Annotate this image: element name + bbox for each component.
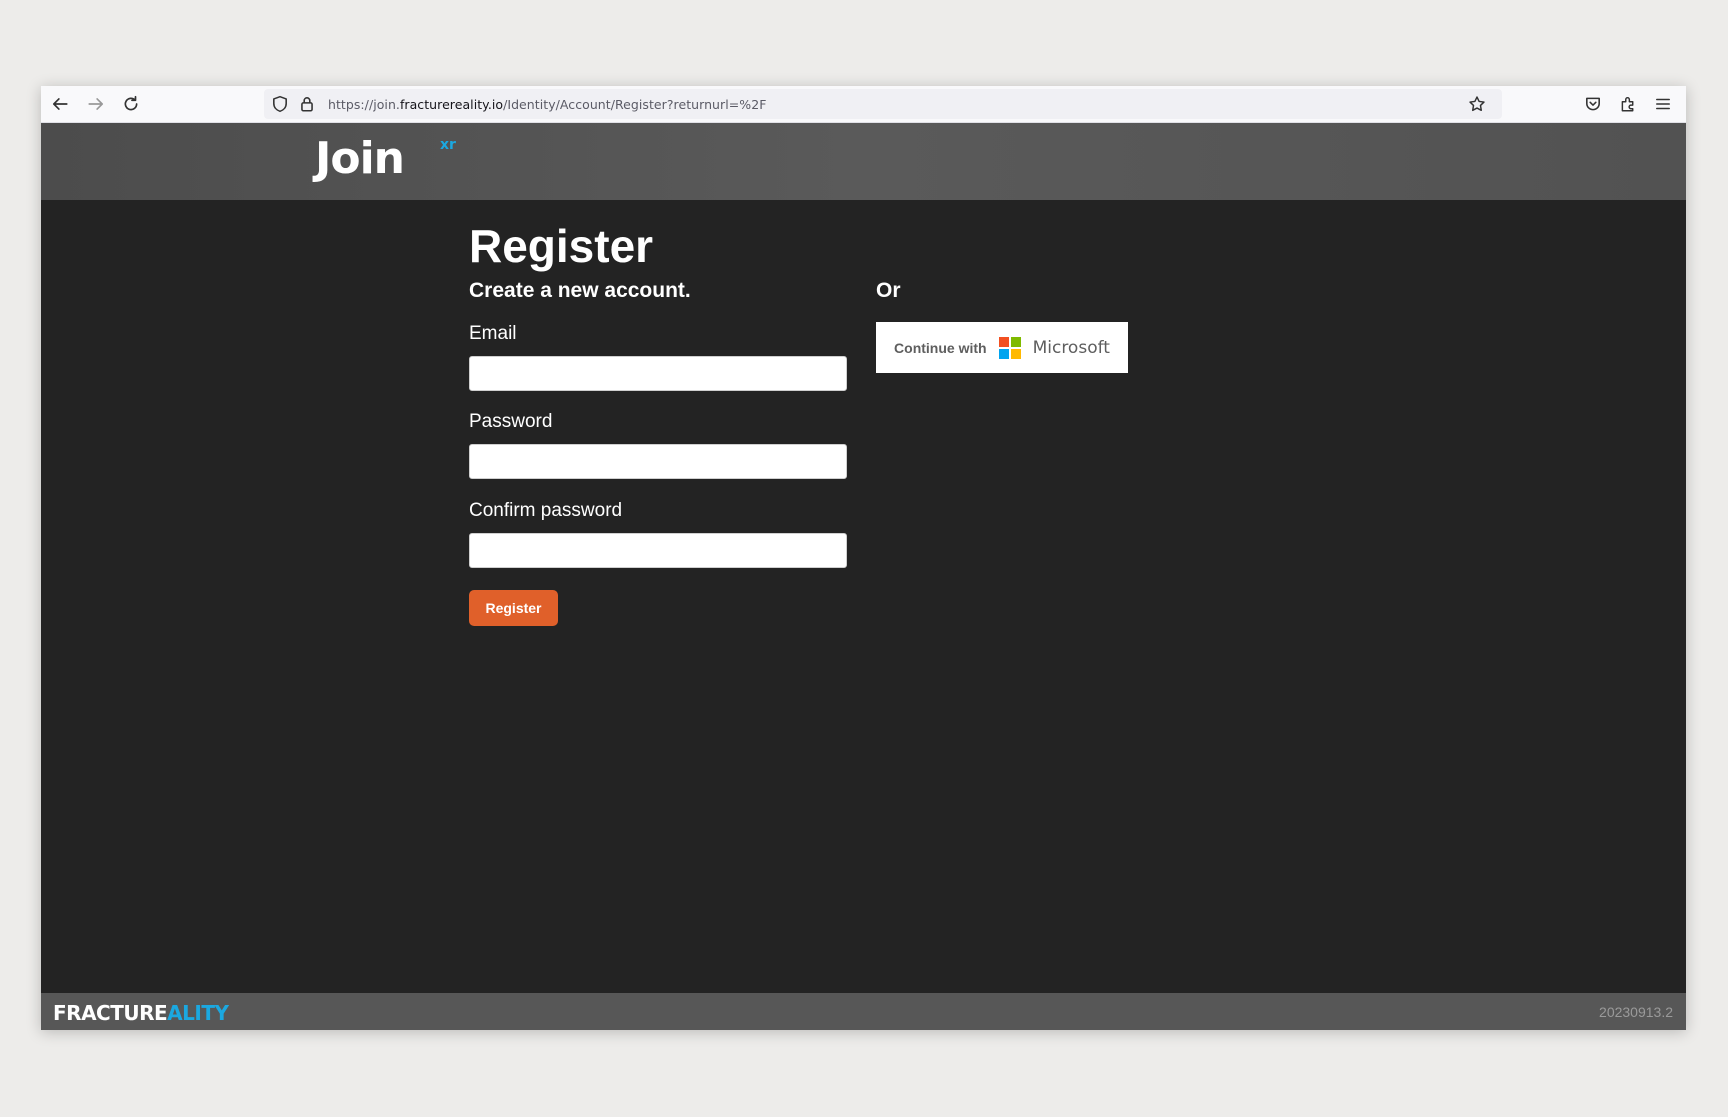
confirm-password-field[interactable] xyxy=(469,533,847,568)
pocket-icon[interactable] xyxy=(1583,94,1603,114)
reload-icon[interactable] xyxy=(121,94,141,114)
email-label: Email xyxy=(469,323,517,344)
brand-part-3: ALITY xyxy=(167,1001,229,1025)
microsoft-label: Microsoft xyxy=(1032,337,1110,358)
url-prefix: https://join. xyxy=(328,97,400,112)
version-label: 20230913.2 xyxy=(1599,1004,1673,1020)
brand-part-2: RE xyxy=(139,1001,168,1025)
password-label: Password xyxy=(469,411,553,432)
shield-icon[interactable] xyxy=(270,94,290,114)
page-title: Register xyxy=(469,220,654,272)
url-bar[interactable]: https://join.fracturereality.io/Identity… xyxy=(264,89,1502,119)
or-label: Or xyxy=(876,279,901,302)
url-text[interactable]: https://join.fracturereality.io/Identity… xyxy=(328,97,766,112)
brand-part-1: FRACTU xyxy=(53,1001,140,1025)
continue-with-label: Continue with xyxy=(894,339,987,356)
fracture-reality-logo[interactable]: FRACTUREALITY xyxy=(53,1001,229,1025)
form-subtitle: Create a new account. xyxy=(469,279,691,302)
bookmark-star-icon[interactable] xyxy=(1467,94,1487,114)
lock-icon[interactable] xyxy=(297,94,317,114)
joinxr-logo[interactable]: Join xr xyxy=(315,133,456,184)
menu-icon[interactable] xyxy=(1653,94,1673,114)
url-path: /Identity/Account/Register?returnurl=%2F xyxy=(503,97,767,112)
browser-toolbar: https://join.fracturereality.io/Identity… xyxy=(41,86,1686,123)
back-arrow-icon[interactable] xyxy=(50,94,70,114)
browser-window: https://join.fracturereality.io/Identity… xyxy=(41,86,1686,1030)
url-host: fracturereality.io xyxy=(399,97,504,112)
app-footer: FRACTUREALITY 20230913.2 xyxy=(41,993,1686,1030)
continue-with-microsoft-button[interactable]: Continue with Microsoft xyxy=(876,322,1128,373)
logo-text: Join xyxy=(315,133,405,184)
microsoft-logo-icon xyxy=(998,336,1021,359)
register-button[interactable]: Register xyxy=(469,590,558,626)
password-field[interactable] xyxy=(469,444,847,479)
extensions-icon[interactable] xyxy=(1618,94,1638,114)
app-header: Join xr xyxy=(41,123,1686,200)
forward-arrow-icon[interactable] xyxy=(86,94,106,114)
logo-superscript: xr xyxy=(440,137,456,153)
email-field[interactable] xyxy=(469,356,847,391)
confirm-password-label: Confirm password xyxy=(469,500,623,521)
